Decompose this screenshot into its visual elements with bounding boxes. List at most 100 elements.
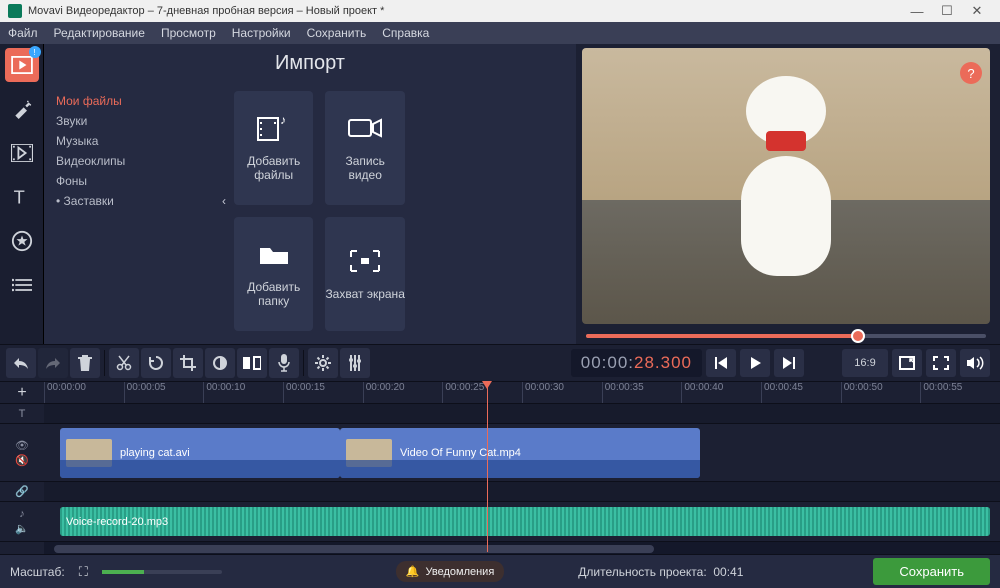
close-button[interactable]: ✕ [962,3,992,19]
import-tiles: ♪ Добавить файлы Запись видео Добавить п… [174,83,425,339]
menu-save[interactable]: Сохранить [307,26,367,40]
category-intros[interactable]: • Заставки [56,191,162,211]
menu-edit[interactable]: Редактирование [54,26,145,40]
undo-button[interactable] [6,348,36,378]
timecode-display: 00:00:28.300 [571,349,702,377]
menu-help[interactable]: Справка [382,26,429,40]
menu-file[interactable]: Файл [8,26,38,40]
split-button[interactable] [237,348,267,378]
redo-button[interactable] [38,348,68,378]
tile-screen-capture[interactable]: Захват экрана [325,217,404,331]
clip-label: Video Of Funny Cat.mp4 [400,447,521,459]
ruler-tick: 00:00:20 [363,382,443,403]
playhead-icon[interactable] [487,382,488,552]
status-bar: Масштаб: ⛶ 🔔 Уведомления Длительность пр… [0,554,1000,588]
play-button[interactable] [740,349,770,377]
notifications-label: Уведомления [426,566,495,578]
seekbar-knob-icon[interactable] [851,329,865,343]
crop-button[interactable] [173,348,203,378]
preview-panel: ? [576,44,1000,344]
title-track-icon[interactable]: T [0,404,44,423]
scrollbar-thumb[interactable] [54,545,654,553]
timecode-value: 28.300 [634,353,692,372]
tab-more[interactable] [5,268,39,302]
preview-seekbar[interactable] [586,334,986,338]
capture-icon [347,247,383,275]
cut-button[interactable] [109,348,139,378]
eye-icon[interactable]: 👁 [15,439,29,452]
clip-audio-1[interactable]: Voice-record-20.mp3 [60,507,990,536]
mute-icon[interactable]: 🔈 [15,522,29,535]
link-icon[interactable]: 🔗 [0,482,44,501]
category-music[interactable]: Музыка [56,131,162,151]
color-button[interactable] [205,348,235,378]
delete-button[interactable] [70,348,100,378]
collapse-handle-icon[interactable]: ‹ [222,194,226,208]
preview-video[interactable] [582,48,990,324]
category-sounds[interactable]: Звуки [56,111,162,131]
minimize-button[interactable]: — [902,4,932,19]
music-note-icon: ♪ [19,508,25,520]
volume-button[interactable] [960,349,990,377]
ruler-tick: 00:00:50 [841,382,921,403]
video-track-body[interactable]: playing cat.avi Video Of Funny Cat.mp4 [44,424,1000,481]
category-backgrounds[interactable]: Фоны [56,171,162,191]
duration-label: Длительность проекта: 00:41 [578,565,743,579]
detach-button[interactable] [892,349,922,377]
clip-video-2[interactable]: Video Of Funny Cat.mp4 [340,428,700,478]
help-button[interactable]: ? [960,62,982,84]
tab-import[interactable]: ! [5,48,39,82]
svg-text:T: T [13,187,24,207]
tab-transitions[interactable] [5,136,39,170]
settings-button[interactable] [308,348,338,378]
import-panel: Импорт Мои файлы Звуки Музыка Видеоклипы… [44,44,576,344]
tile-add-files[interactable]: ♪ Добавить файлы [234,91,313,205]
notifications-button[interactable]: 🔔 Уведомления [396,561,504,582]
adjust-button[interactable] [340,348,370,378]
tile-label: Добавить папку [247,280,300,308]
category-my-files[interactable]: Мои файлы [56,91,162,111]
zoom-fit-icon[interactable]: ⛶ [79,564,88,580]
zoom-slider[interactable] [102,570,222,574]
tab-titles[interactable]: T [5,180,39,214]
tab-filters[interactable] [5,92,39,126]
timecode-prefix: 00:00: [581,353,634,372]
ruler-tick: 00:00:10 [203,382,283,403]
title-track: T [0,404,1000,424]
menu-view[interactable]: Просмотр [161,26,216,40]
menu-settings[interactable]: Настройки [232,26,291,40]
ruler-tick: 00:00:45 [761,382,841,403]
ruler-tick: 00:00:30 [522,382,602,403]
folder-icon [256,240,292,268]
add-track-button[interactable]: + [0,382,44,403]
title-bar: Movavi Видеоредактор – 7-дневная пробная… [0,0,1000,22]
audio-track-body[interactable]: Voice-record-20.mp3 [44,502,1000,541]
aspect-ratio-button[interactable]: 16:9 [842,349,888,377]
ruler-tick: 00:00:05 [124,382,204,403]
left-toolbar: ! T [0,44,44,344]
tab-stickers[interactable] [5,224,39,258]
fullscreen-button[interactable] [926,349,956,377]
rotate-button[interactable] [141,348,171,378]
editor-toolbar: 00:00:28.300 16:9 [0,344,1000,382]
camera-icon [347,114,383,142]
mic-button[interactable] [269,348,299,378]
tile-add-folder[interactable]: Добавить папку [234,217,313,331]
category-videoclips[interactable]: Видеоклипы [56,151,162,171]
video-track-head[interactable]: 👁 🔇 [0,424,44,481]
ruler-tick: 00:00:35 [602,382,682,403]
mute-icon[interactable]: 🔇 [15,454,29,467]
audio-track-head[interactable]: ♪ 🔈 [0,502,44,541]
tile-record-video[interactable]: Запись видео [325,91,404,205]
save-button[interactable]: Сохранить [873,558,990,585]
clip-video-1[interactable]: playing cat.avi [60,428,340,478]
tile-label: Захват экрана [325,287,404,301]
zoom-label: Масштаб: [10,565,65,579]
bell-icon: 🔔 [406,565,420,578]
prev-button[interactable] [706,349,736,377]
maximize-button[interactable]: ☐ [932,3,962,19]
title-track-body[interactable] [44,404,1000,423]
clip-label: playing cat.avi [120,447,190,459]
timeline-ruler[interactable]: + 00:00:00 00:00:05 00:00:10 00:00:15 00… [0,382,1000,404]
next-button[interactable] [774,349,804,377]
